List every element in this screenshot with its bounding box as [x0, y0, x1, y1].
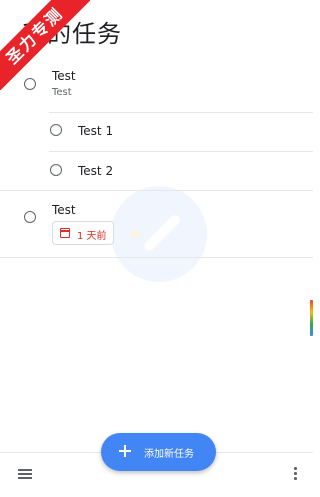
ribbon-text: 圣力专测	[0, 0, 90, 90]
subtask-divider	[49, 112, 313, 113]
subtask-title[interactable]: Test 1	[78, 124, 113, 138]
watermark-dot	[131, 230, 139, 238]
edge-indicator	[310, 300, 313, 336]
task-title[interactable]: Test	[52, 203, 76, 217]
more-vert-icon[interactable]	[293, 467, 297, 481]
subtask-divider	[49, 151, 313, 152]
calendar-icon	[60, 228, 70, 238]
add-task-label: 添加新任务	[144, 449, 194, 460]
subtask-complete-checkbox[interactable]	[50, 124, 62, 136]
task-divider	[0, 190, 313, 191]
corner-ribbon: 圣力专测	[0, 0, 90, 90]
task-complete-checkbox[interactable]	[24, 211, 36, 223]
plus-icon	[119, 445, 131, 457]
subtask-title[interactable]: Test 2	[78, 164, 113, 178]
add-task-button[interactable]: 添加新任务	[101, 433, 216, 471]
task-divider	[0, 257, 313, 258]
menu-icon[interactable]	[18, 469, 32, 479]
due-date-label: 1 天前	[77, 231, 107, 242]
subtask-complete-checkbox[interactable]	[50, 164, 62, 176]
due-date-chip[interactable]: 1 天前	[52, 221, 114, 245]
